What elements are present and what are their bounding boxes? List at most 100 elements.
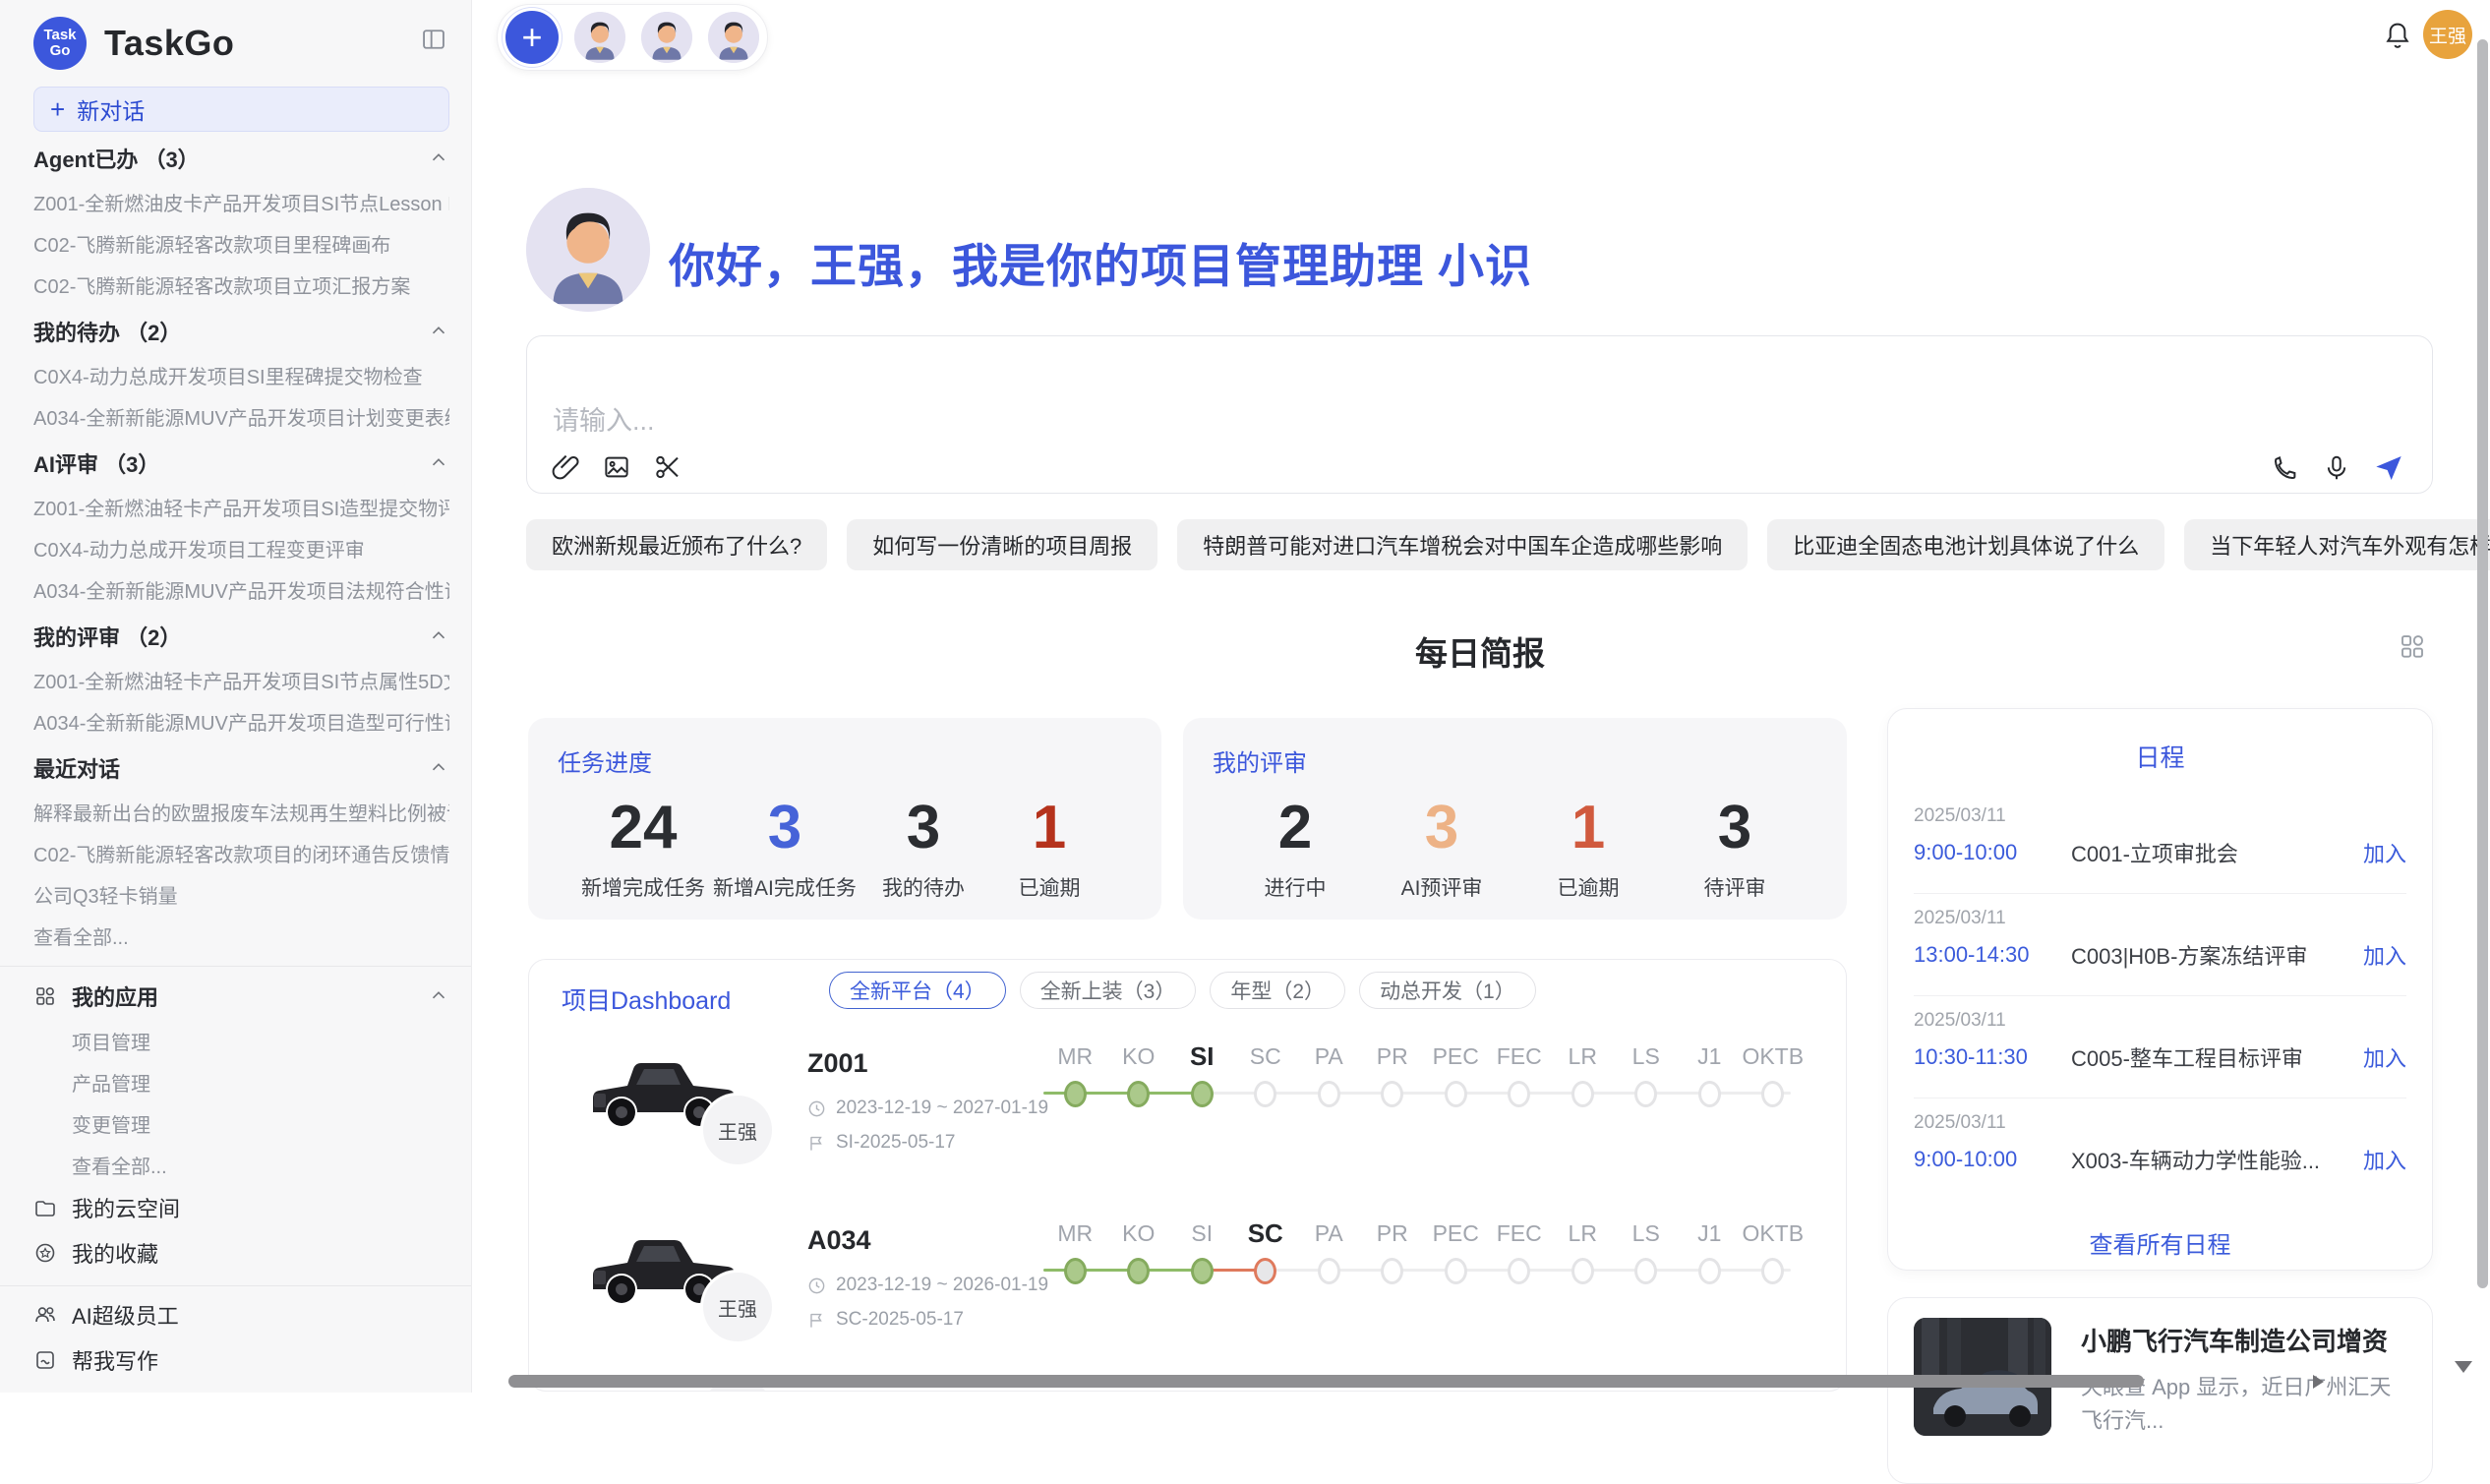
sidebar-task-item[interactable]: C02-飞腾新能源轻客改款项目里程碑画布 xyxy=(33,222,449,264)
milestone-dot[interactable] xyxy=(1318,1081,1340,1107)
sidebar-task-item[interactable]: C02-飞腾新能源轻客改款项目立项汇报方案 xyxy=(33,264,449,305)
suggestion-chip[interactable]: 比亚迪全固态电池计划具体说了什么 xyxy=(1767,519,2164,570)
section-header[interactable]: 我的评审 （2） xyxy=(33,614,449,659)
milestone-dot[interactable] xyxy=(1381,1258,1403,1284)
milestone-dot[interactable] xyxy=(1508,1081,1530,1107)
sidebar-item-creative-drawing[interactable]: 创意制图 xyxy=(33,1383,449,1393)
vertical-scrollbar[interactable] xyxy=(2477,39,2488,1288)
dashboard-tab[interactable]: 年型（2） xyxy=(1210,972,1345,1009)
recent-chats-header[interactable]: 最近对话 xyxy=(33,745,449,791)
app-item[interactable]: 产品管理 xyxy=(33,1061,449,1102)
apps-view-all[interactable]: 查看全部... xyxy=(33,1144,449,1185)
view-all-schedule-link[interactable]: 查看所有日程 xyxy=(1914,1225,2406,1260)
image-icon[interactable] xyxy=(602,452,631,482)
section-header[interactable]: 我的待办 （2） xyxy=(33,309,449,354)
sidebar-task-item[interactable]: C0X4-动力总成开发项目工程变更评审 xyxy=(33,527,449,568)
milestone-dot[interactable] xyxy=(1127,1258,1150,1284)
schedule-event[interactable]: 2025/03/119:00-10:00C001-立项审批会加入 xyxy=(1914,792,2406,893)
phone-icon[interactable] xyxy=(2271,453,2300,483)
scissors-icon[interactable] xyxy=(653,452,682,482)
sidebar-task-item[interactable]: A034-全新新能源MUV产品开发项目计划变更表编写 xyxy=(33,395,449,437)
event-name: C001-立项审批会 xyxy=(2071,837,2363,868)
scroll-down-arrow[interactable] xyxy=(2455,1361,2472,1373)
milestone-dot[interactable] xyxy=(1698,1258,1721,1284)
send-icon[interactable] xyxy=(2373,452,2404,484)
section-header[interactable]: Agent已办 （3） xyxy=(33,136,449,181)
milestone-dot[interactable] xyxy=(1698,1081,1721,1107)
milestone-dot[interactable] xyxy=(1191,1081,1214,1107)
suggestion-chip[interactable]: 如何写一份清晰的项目周报 xyxy=(847,519,1157,570)
milestone-dot[interactable] xyxy=(1571,1258,1594,1284)
dashboard-tab[interactable]: 动总开发（1） xyxy=(1359,972,1536,1009)
milestone-dot[interactable] xyxy=(1254,1081,1276,1107)
recent-chat-item[interactable]: C02-飞腾新能源轻客改款项目的闭环通告反馈情况 xyxy=(33,832,449,873)
sidebar-item-my-apps[interactable]: 我的应用 xyxy=(33,973,449,1020)
suggestion-chip[interactable]: 欧洲新规最近颁布了什么? xyxy=(526,519,827,570)
flag-icon xyxy=(807,1134,826,1153)
schedule-event[interactable]: 2025/03/1110:30-11:30C005-整车工程目标评审加入 xyxy=(1914,995,2406,1098)
scroll-right-arrow[interactable] xyxy=(2313,1375,2324,1389)
news-card[interactable]: 小鹏飞行汽车制造公司增资 天眼查 App 显示，近日广州汇天飞行汽... xyxy=(1887,1297,2433,1484)
dashboard-tab[interactable]: 全新平台（4） xyxy=(829,972,1006,1009)
agent-avatar[interactable] xyxy=(641,12,692,63)
milestone-dot[interactable] xyxy=(1445,1258,1467,1284)
suggestion-chip[interactable]: 当下年轻人对汽车外观有怎样的喜好趋势 xyxy=(2184,519,2490,570)
join-link[interactable]: 加入 xyxy=(2363,1041,2406,1073)
app-item[interactable]: 项目管理 xyxy=(33,1020,449,1061)
milestone-dot[interactable] xyxy=(1761,1081,1784,1107)
milestone-dot[interactable] xyxy=(1508,1258,1530,1284)
user-avatar[interactable]: 王强 xyxy=(2423,10,2472,59)
project-row[interactable]: 王强 A034 2023-12-19 ~ 2026-01-19 SC-2025-… xyxy=(529,1208,1846,1381)
recent-view-all[interactable]: 查看全部... xyxy=(33,915,449,956)
recent-chat-item[interactable]: 解释最新出台的欧盟报废车法规再生塑料比例被调至15%... xyxy=(33,791,449,832)
agent-avatar[interactable] xyxy=(574,12,625,63)
dashboard-tab[interactable]: 全新上装（3） xyxy=(1020,972,1197,1009)
join-link[interactable]: 加入 xyxy=(2363,1144,2406,1175)
sidebar-header: Task Go TaskGo xyxy=(33,0,449,87)
milestone-dot[interactable] xyxy=(1191,1258,1214,1284)
sidebar-item-ai-super-staff[interactable]: AI超级员工 xyxy=(33,1292,449,1337)
collapse-sidebar-icon[interactable] xyxy=(420,26,447,53)
recent-chat-item[interactable]: 公司Q3轻卡销量 xyxy=(33,873,449,915)
notification-bell-icon[interactable] xyxy=(2382,20,2413,51)
app-item[interactable]: 变更管理 xyxy=(33,1102,449,1144)
milestone-dot[interactable] xyxy=(1571,1081,1594,1107)
message-composer[interactable]: 请输入... xyxy=(526,335,2433,494)
project-owner-badge: 王强 xyxy=(703,1096,772,1164)
milestone-dot[interactable] xyxy=(1381,1081,1403,1107)
milestone-dot[interactable] xyxy=(1064,1081,1087,1107)
milestone-dot[interactable] xyxy=(1634,1081,1657,1107)
milestone-dot[interactable] xyxy=(1318,1258,1340,1284)
schedule-event[interactable]: 2025/03/1113:00-14:30C003|H0B-方案冻结评审加入 xyxy=(1914,893,2406,995)
milestone-dot[interactable] xyxy=(1634,1258,1657,1284)
join-link[interactable]: 加入 xyxy=(2363,837,2406,868)
milestone-dot[interactable] xyxy=(1127,1081,1150,1107)
sidebar-item-help-me-write[interactable]: 帮我写作 xyxy=(33,1337,449,1383)
agent-avatar[interactable] xyxy=(708,12,759,63)
milestone-label: SI xyxy=(1170,1039,1234,1074)
sidebar-task-item[interactable]: Z001-全新燃油轻卡产品开发项目SI造型提交物评审 xyxy=(33,486,449,527)
layout-grid-icon[interactable] xyxy=(2398,631,2427,661)
attachment-icon[interactable] xyxy=(551,452,580,482)
schedule-event[interactable]: 2025/03/119:00-10:00X003-车辆动力学性能验...加入 xyxy=(1914,1098,2406,1200)
section-header[interactable]: AI评审 （3） xyxy=(33,441,449,486)
sidebar-task-item[interactable]: Z001-全新燃油皮卡产品开发项目SI节点Lesson Learn报告 xyxy=(33,181,449,222)
stat-label: 已逾期 xyxy=(990,872,1108,902)
sidebar-task-item[interactable]: C0X4-动力总成开发项目SI里程碑提交物检查 xyxy=(33,354,449,395)
new-chat-button[interactable]: + 新对话 xyxy=(33,87,449,132)
sidebar-item-favorites[interactable]: 我的收藏 xyxy=(33,1230,449,1276)
milestone-dot[interactable] xyxy=(1254,1258,1276,1284)
sidebar-task-item[interactable]: Z001-全新燃油轻卡产品开发项目SI节点属性5D文件评审 xyxy=(33,659,449,700)
microphone-icon[interactable] xyxy=(2322,453,2351,483)
milestone-dot[interactable] xyxy=(1445,1081,1467,1107)
milestone-dot[interactable] xyxy=(1064,1258,1087,1284)
horizontal-scrollbar[interactable] xyxy=(508,1375,2144,1388)
sidebar-task-item[interactable]: A034-全新新能源MUV产品开发项目法规符合性评审 xyxy=(33,568,449,610)
join-link[interactable]: 加入 xyxy=(2363,939,2406,971)
milestone-dot[interactable] xyxy=(1761,1258,1784,1284)
sidebar-task-item[interactable]: A034-全新新能源MUV产品开发项目造型可行性评审 xyxy=(33,700,449,742)
sidebar-item-cloud-space[interactable]: 我的云空间 xyxy=(33,1185,449,1230)
suggestion-chip[interactable]: 特朗普可能对进口汽车增税会对中国车企造成哪些影响 xyxy=(1177,519,1748,570)
add-agent-button[interactable]: + xyxy=(505,11,559,64)
project-row[interactable]: 王强 Z001 2023-12-19 ~ 2027-01-19 SI-2025-… xyxy=(529,1031,1846,1204)
